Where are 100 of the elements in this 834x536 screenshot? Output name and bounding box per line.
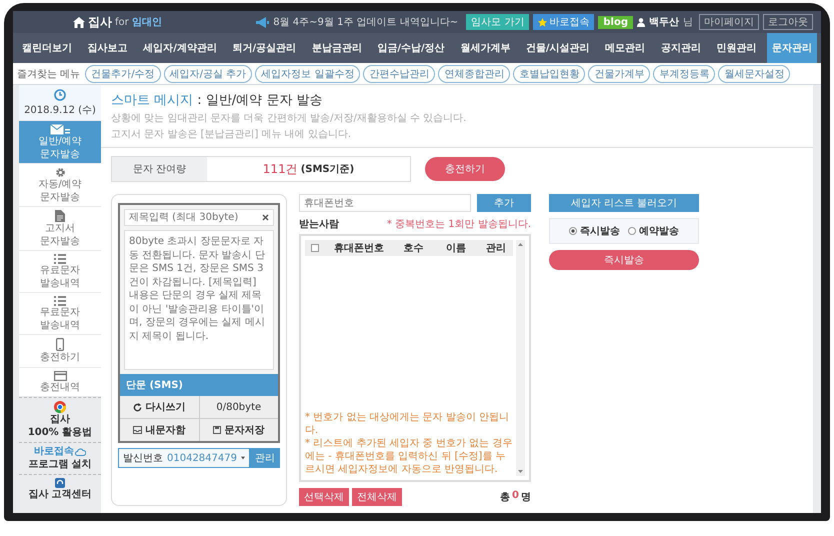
duplicate-notice: * 중복번호는 1회만 발송됩니다.	[386, 218, 531, 231]
account-link[interactable]: 로그아웃	[763, 14, 813, 30]
recipient-note: * 번호가 없는 대상에게는 문자 발송이 안됩니다.	[305, 411, 510, 437]
quick-menu-label: 즐겨찾는 메뉴	[17, 68, 80, 80]
delete-button[interactable]: 전체삭제	[352, 488, 402, 506]
megaphone-icon	[255, 16, 270, 28]
sidebar-menu-item[interactable]: 일반/예약 문자발송	[19, 121, 101, 163]
nav-tab[interactable]: 건물/시설관리	[520, 33, 595, 63]
recipient-note: * 리스트에 추가된 세입자 중 번호가 없는 경우에는 - 휴대폰번호를 입력하신 뒤 [수정]를 누르시면 세입자정보에 자동으로 반영됩니다.	[305, 437, 513, 476]
scroll-up-icon[interactable]	[518, 243, 523, 246]
gear-icon	[54, 167, 66, 178]
close-icon[interactable]	[262, 214, 269, 221]
column-header: 호수	[402, 242, 424, 255]
update-notice-link[interactable]: 8월 4주~9월 1주 업데이트 내역입니다~	[273, 15, 458, 29]
quick-menu-link[interactable]: 월세문자설정	[718, 64, 790, 82]
recipients-title: 받는사람	[299, 218, 339, 231]
document-icon	[55, 210, 65, 222]
subject-field[interactable]: 제목입력 (최대 30byte)	[124, 209, 274, 226]
promo-text: 집사	[50, 414, 70, 426]
quick-menu-link[interactable]: 연체종합관리	[438, 64, 510, 82]
quick-menu-link[interactable]: 부계정등록	[653, 64, 716, 82]
caret-icon	[241, 456, 245, 460]
radio-circle[interactable]	[628, 227, 636, 235]
logo-for-text: for	[115, 16, 129, 28]
user-name: 백두산	[649, 16, 679, 29]
nav-tab[interactable]: 세입자/계약관리	[138, 33, 222, 63]
account-link[interactable]: 마이페이지	[699, 14, 759, 30]
top-button[interactable]: 임사모 가기	[466, 14, 530, 30]
scrollbar[interactable]	[516, 240, 525, 476]
sidebar-menu-item[interactable]: 무료문자 발송내역	[19, 293, 101, 334]
house-logo-icon	[73, 16, 85, 28]
send-option-radio[interactable]: 즉시발송	[569, 224, 620, 238]
sidebar-menu-item[interactable]: 충전하기	[19, 335, 101, 366]
column-header: 관리	[484, 242, 507, 255]
envelope-icon	[50, 124, 70, 135]
manage-button[interactable]: 관리	[250, 448, 280, 468]
nav-tab[interactable]: 퇴거/공실관리	[227, 33, 302, 63]
byte-counter: 0/80byte	[200, 396, 278, 418]
nav-tab[interactable]: 입금/수납/정산	[372, 33, 450, 63]
nav-tab[interactable]: 민원관리	[711, 33, 762, 63]
promo-text: 100% 활용법	[28, 426, 92, 438]
top-button[interactable]: 바로접속	[533, 14, 594, 30]
column-header: 이름	[445, 242, 468, 255]
top-button[interactable]: blog	[598, 16, 633, 28]
balance-unit: (SMS기준)	[300, 163, 354, 176]
balance-label: 문자 잔여량	[112, 157, 207, 181]
save-message-button[interactable]: 문자저장	[200, 419, 278, 441]
nav-tab[interactable]: 메모관리	[600, 33, 650, 63]
inbox-icon	[133, 426, 142, 434]
total-label: 총	[500, 491, 510, 504]
scroll-down-icon[interactable]	[518, 470, 523, 473]
sender-number-select[interactable]: 발신번호 01042847479	[118, 448, 250, 468]
send-now-button[interactable]: 즉시발송	[549, 250, 699, 270]
nav-tab[interactable]: 월세가계부	[455, 33, 516, 63]
quick-menu-link[interactable]: 세입자정보 일괄수정	[255, 64, 360, 82]
nav-tab[interactable]: 공지관리	[656, 33, 706, 63]
person-icon	[637, 18, 645, 26]
refresh-icon	[133, 402, 142, 412]
quick-menu-link[interactable]: 간편수납관리	[363, 64, 436, 82]
nav-tab[interactable]: 집사보고	[82, 33, 133, 63]
save-icon	[213, 426, 222, 434]
logo-text: 집사	[88, 14, 112, 30]
quick-menu-link[interactable]: 호별납입현황	[513, 64, 586, 82]
nav-tab[interactable]: 문자관리	[766, 33, 817, 63]
radio-circle[interactable]	[569, 227, 577, 235]
balance-count: 111건	[262, 160, 298, 178]
send-option-radio[interactable]: 예약발송	[628, 224, 679, 238]
charge-button[interactable]: 충전하기	[425, 157, 505, 181]
quick-menu-link[interactable]: 세입자/공실 추가	[164, 64, 252, 82]
inbox-button[interactable]: 내문자함	[120, 419, 198, 441]
add-button[interactable]: 추가	[477, 194, 531, 212]
quick-menu-link[interactable]: 건물가계부	[588, 64, 650, 82]
sidebar-menu-item[interactable]: 유료문자 발송내역	[19, 251, 101, 292]
delete-button[interactable]: 선택삭제	[299, 488, 349, 506]
logo-user-text: 임대인	[132, 16, 162, 29]
total-unit: 명	[521, 491, 531, 504]
message-field[interactable]: 80byte 초과시 장문문자로 자동 전환됩니다. 문자 발송시 단문은 SMS 1건, 장문은 SMS 3건이 차감됩니다. [제목입력] 내용은 단문의 경우 실제 제목이 아닌 '발송관리용 타이틀'이며, 장문의 경우에는 실제 메시지 제목이 됩니다.	[124, 230, 274, 370]
cloud-icon	[75, 448, 86, 456]
sidebar-menu-item[interactable]: 충전내역	[19, 368, 101, 396]
promo-text: 집사 고객센터	[28, 489, 92, 500]
sidebar-menu-item[interactable]: 자동/예약 문자발송	[19, 164, 101, 206]
star-icon	[538, 18, 548, 26]
quick-menu-link[interactable]: 건물추가/수정	[85, 64, 161, 82]
clock-icon	[54, 89, 66, 101]
promo-text: 프로그램 설치	[28, 458, 92, 470]
date-text: 2018.9.12 (수)	[24, 104, 96, 117]
sidebar-menu-item[interactable]: 고지서 문자발송	[19, 207, 101, 250]
nav-tab[interactable]: 분납금관리	[306, 33, 367, 63]
select-all-checkbox[interactable]	[311, 244, 319, 252]
rewrite-button[interactable]: 다시쓰기	[120, 396, 198, 418]
message-type-bar: 단문 (SMS)	[120, 374, 278, 396]
column-header: 휴대폰번호	[333, 242, 386, 255]
list-icon	[54, 254, 66, 264]
load-tenant-list-button[interactable]: 세입자 리스트 불러오기	[549, 194, 699, 212]
phone-number-field[interactable]: 휴대폰번호	[299, 194, 471, 212]
total-count: 0	[512, 490, 519, 503]
nav-tab[interactable]: 캘린더보기	[17, 33, 77, 63]
browser-logo-icon	[54, 401, 66, 413]
page-description: 상황에 맞는 임대관리 문자를 더욱 간편하게 발송/저장/재활용하실 수 있습니다.	[111, 112, 468, 125]
page-title: 스마트 메시지 : 일반/예약 문자 발송	[111, 92, 324, 109]
